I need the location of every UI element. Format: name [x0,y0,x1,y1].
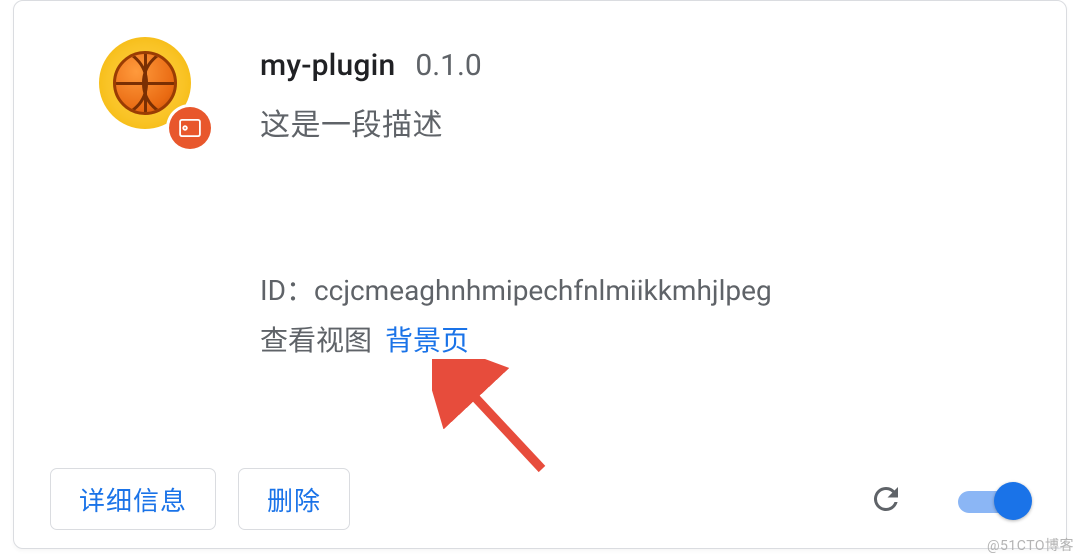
unpacked-badge-icon [169,107,211,149]
enable-toggle[interactable] [958,484,1030,514]
extension-bottom-bar: 详细信息 删除 [14,450,1066,548]
reload-icon [868,481,904,517]
extension-icon-area [99,37,209,147]
toggle-knob [994,482,1032,520]
details-button[interactable]: 详细信息 [50,468,216,530]
background-page-link[interactable]: 背景页 [385,324,469,357]
extension-title-row: my-plugin 0.1.0 [260,48,482,83]
extension-version: 0.1.0 [415,48,481,83]
extension-id-value: ccjcmeaghnhmipechfnlmiikkmhjlpeg [314,274,772,307]
extension-description: 这是一段描述 [260,100,443,144]
inspect-views-label: 查看视图 [260,324,372,357]
remove-button[interactable]: 删除 [238,468,350,530]
watermark-text: @51CTO博客 [987,535,1074,555]
extension-id-label: ID： [260,274,314,307]
reload-button[interactable] [862,475,910,523]
inspect-views-row: 查看视图 背景页 [260,319,469,359]
basketball-icon [113,51,177,115]
extension-id-row: ID：ccjcmeaghnhmipechfnlmiikkmhjlpeg [260,269,772,309]
extension-name: my-plugin [260,48,395,83]
extension-card: my-plugin 0.1.0 这是一段描述 ID：ccjcmeaghnhmip… [13,0,1067,549]
